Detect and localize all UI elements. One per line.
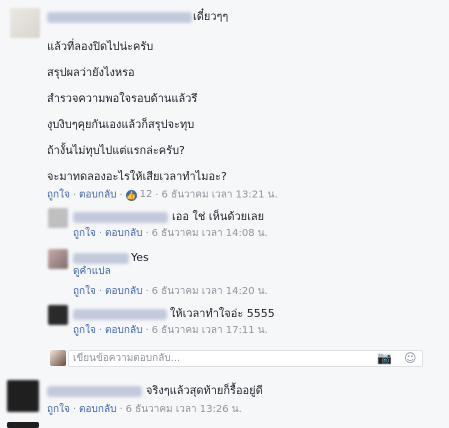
reply-input[interactable] — [73, 351, 363, 366]
reply-link[interactable]: ตอบกลับ — [105, 325, 142, 336]
separator-dot: · — [155, 189, 159, 201]
avatar[interactable] — [7, 422, 39, 428]
avatar[interactable] — [48, 208, 68, 228]
comment-line: สรุปผลว่ายังไงหรอ — [47, 66, 135, 79]
comment-text-suffix: เดี๋ยวๆๆ — [193, 10, 229, 23]
author-name-blurred[interactable] — [73, 253, 129, 264]
avatar[interactable] — [7, 380, 39, 412]
reply-link[interactable]: ตอบกลับ — [105, 228, 142, 239]
comment-line: แล้วที่ลองปิดไปน่ะครับ — [47, 40, 154, 53]
comment-line: จะมาทดลองอะไรให้เสียเวลาทำไมอะ? — [47, 170, 227, 183]
reply-link[interactable]: ตอบกลับ — [79, 404, 116, 415]
like-link[interactable]: ถูกใจ — [73, 286, 96, 297]
reaction-count: 12 — [139, 189, 153, 200]
reply-actions: ถูกใจ · ตอบกลับ · 6 ธันวาคม เวลา 14:20 น. — [73, 285, 268, 299]
separator-dot: · — [145, 228, 149, 239]
like-link[interactable]: ถูกใจ — [73, 325, 96, 336]
comment-line: สำรวจความพอใจรอบด้านแล้วรึ — [47, 92, 198, 105]
comment-text: จริงๆแล้วสุดท้ายก็รื้ออยู่ดี — [146, 384, 263, 397]
avatar[interactable] — [10, 8, 40, 38]
separator-dot: · — [119, 189, 123, 201]
reply-link[interactable]: ตอบกลับ — [105, 286, 142, 297]
author-name-blurred[interactable] — [47, 12, 192, 23]
timestamp[interactable]: 6 ธันวาคม เวลา 13:21 น. — [162, 190, 278, 201]
separator-dot: · — [72, 189, 77, 201]
reply-text: เออ ใช่ เห็นด้วยเลย — [172, 210, 265, 223]
like-link[interactable]: ถูกใจ — [73, 228, 96, 239]
timestamp[interactable]: 6 ธันวาคม เวลา 13:26 น. — [126, 404, 242, 415]
avatar[interactable] — [48, 305, 68, 325]
separator-dot: · — [72, 404, 77, 415]
like-link[interactable]: ถูกใจ — [47, 404, 70, 415]
separator-dot: · — [145, 286, 149, 297]
comment-actions: ถูกใจ · ตอบกลับ · 👍 12 · 6 ธันวาคม เวลา 13:21 น… — [47, 188, 278, 203]
author-name-blurred[interactable] — [73, 212, 168, 223]
timestamp[interactable]: 6 ธันวาคม เวลา 17:11 น. — [152, 325, 268, 336]
current-user-avatar — [50, 350, 66, 366]
comment-line: ถ้างั้นไม่ทุบไปแต่แรกล่ะครับ? — [47, 144, 185, 157]
separator-dot: · — [98, 228, 103, 239]
reply-link[interactable]: ตอบกลับ — [79, 190, 116, 201]
timestamp[interactable]: 6 ธันวาคม เวลา 14:08 น. — [152, 228, 268, 239]
comment-actions: ถูกใจ · ตอบกลับ · 6 ธันวาคม เวลา 13:26 น. — [47, 403, 242, 417]
see-translation-link[interactable]: ดูคำแปล — [73, 265, 111, 279]
like-reaction-icon: 👍 — [125, 189, 137, 201]
comment-line: งุบงิบๆคุยกันเองแล้วก็สรุปจะทุบ — [47, 118, 195, 131]
like-link[interactable]: ถูกใจ — [47, 190, 70, 201]
camera-icon[interactable]: 📷 — [377, 351, 392, 366]
separator-dot: · — [98, 325, 103, 336]
separator-dot: · — [119, 404, 123, 415]
timestamp[interactable]: 6 ธันวาคม เวลา 14:20 น. — [152, 286, 268, 297]
avatar[interactable] — [48, 249, 68, 269]
reply-text: ให้เวลาทำใจอ่ะ 5555 — [170, 307, 275, 320]
reply-composer[interactable]: 📷 ☺ — [68, 350, 423, 367]
reply-actions: ถูกใจ · ตอบกลับ · 6 ธันวาคม เวลา 14:08 น. — [73, 227, 268, 241]
reply-text: Yes — [131, 251, 149, 264]
reaction-summary[interactable]: 👍 12 — [125, 188, 153, 202]
separator-dot: · — [145, 325, 149, 336]
emoji-icon[interactable]: ☺ — [404, 351, 417, 366]
reply-actions: ถูกใจ · ตอบกลับ · 6 ธันวาคม เวลา 17:11 น. — [73, 324, 268, 338]
author-name-blurred[interactable] — [73, 309, 167, 320]
separator-dot: · — [98, 286, 103, 297]
author-name-blurred[interactable] — [47, 386, 142, 397]
